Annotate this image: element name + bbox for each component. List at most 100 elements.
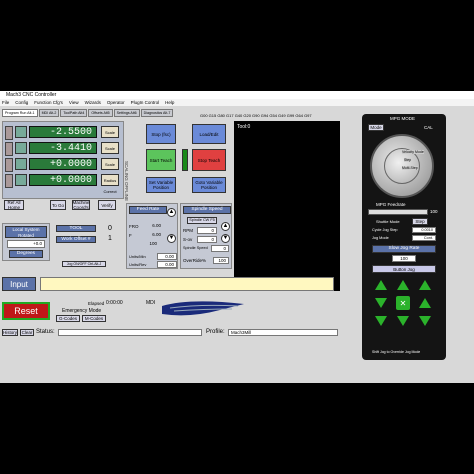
g-codes-button[interactable]: G-Codes (56, 315, 80, 322)
step-button[interactable]: Step (412, 218, 428, 225)
cycle-jog-step-value[interactable]: 0.0010 (412, 227, 436, 233)
jog-center-icon[interactable]: ✕ (396, 296, 410, 310)
mach3-window: Mach3 CNC Controller File Config Functio… (0, 91, 474, 383)
spindle-speed-label: Spindle Speed (183, 246, 208, 250)
tab-offsets[interactable]: Offsets Alt5 (88, 109, 113, 117)
ref-x-button[interactable] (5, 126, 13, 140)
menu-operator[interactable]: Operator (107, 99, 125, 106)
machine-coords-button[interactable]: Machine Coord's (72, 200, 90, 210)
stop-teach-button[interactable]: Stop Teach (192, 149, 226, 171)
cycle-jog-step-label: Cycle Jog Step (372, 228, 398, 232)
override-value: 100 (213, 257, 229, 264)
jog-mode-value[interactable]: Cont. (412, 235, 436, 241)
stop-fsc-button[interactable]: Stop (fsc) (146, 124, 176, 144)
mpg-mode-label: MPG MODE (390, 116, 416, 121)
feed-up-icon[interactable]: ▲ (167, 208, 176, 217)
load-edit-button[interactable]: Load/Edit (192, 124, 226, 144)
tab-diagnostics[interactable]: Diagnostics Alt-7 (140, 109, 174, 117)
ref-z-button[interactable] (5, 158, 13, 172)
mdi-input-field[interactable] (40, 277, 334, 291)
button-jog-header: Button Jog (372, 265, 436, 273)
dro-z[interactable]: +0.0000 (29, 158, 97, 170)
jog-down-left-icon[interactable] (374, 314, 388, 328)
spindle-up-icon[interactable]: ▲ (221, 222, 230, 231)
tool-value: 0 (108, 225, 112, 232)
mpg-mode-button[interactable]: Mode (368, 124, 384, 131)
scale-x[interactable]: Scale (101, 126, 119, 138)
jog-up-left-icon[interactable] (374, 278, 388, 292)
dro-y[interactable]: -3.4410 (29, 142, 97, 154)
menu-view[interactable]: View (69, 99, 79, 106)
tab-settings[interactable]: Settings Alt6 (113, 109, 140, 117)
history-button[interactable]: History (2, 329, 18, 336)
mdi-label: MDI (146, 300, 156, 306)
mpg-option-step[interactable]: Step (404, 158, 412, 162)
zero-z-button[interactable] (15, 158, 27, 170)
menu-config[interactable]: Config (15, 99, 28, 106)
jog-right-icon[interactable] (418, 296, 432, 310)
mpg-option-velocity[interactable]: Velocity Mode (402, 150, 424, 154)
goto-zero-button[interactable]: To Go (50, 200, 66, 210)
mpg-feedrate-bar[interactable] (368, 209, 428, 215)
menu-plugin-control[interactable]: PlugIn Control (131, 99, 160, 106)
dro-panel: -2.5500 Scale -3.4410 Scale +0.0000 Scal… (2, 121, 124, 199)
feed-rate-panel: Feed Rate FRO 6.00 F 6.00 100 Units/Min … (126, 203, 178, 269)
f-value[interactable]: 6.00 (141, 232, 163, 239)
spindle-down-icon[interactable]: ▼ (221, 234, 230, 243)
slow-jog-rate-value[interactable]: 100 (392, 255, 416, 262)
work-offset-header: Work Offset # (56, 236, 96, 243)
jog-up-right-icon[interactable] (418, 278, 432, 292)
scale-z[interactable]: Scale (101, 158, 119, 170)
start-teach-button[interactable]: Start Teach (146, 149, 176, 171)
tab-program-run[interactable]: Program Run Alt-1 (2, 109, 38, 117)
tab-toolpath[interactable]: ToolPath Alt4 (60, 109, 88, 117)
spindle-speed-value[interactable]: 0 (211, 245, 229, 252)
scaling-offline-label: SCALING OFFLINE (124, 161, 129, 202)
tool-label: Tool:0 (237, 124, 251, 130)
toolpath-display[interactable]: Tool:0 (234, 121, 340, 291)
emergency-mode-label: Emergency Mode (62, 308, 102, 314)
zero-y-button[interactable] (15, 142, 27, 154)
jog-down-right-icon[interactable] (418, 314, 432, 328)
m-codes-button[interactable]: M-Codes (82, 315, 106, 322)
zero-4-button[interactable] (15, 174, 27, 186)
jog-left-icon[interactable] (374, 296, 388, 310)
verify-button[interactable]: Verify (98, 200, 116, 210)
fro-value[interactable]: 6.00 (141, 223, 163, 230)
local-system-header: Local System Rotated (5, 226, 47, 238)
goto-variable-position-button[interactable]: Goto Variable Position (192, 177, 226, 193)
degrees-label: Degrees (9, 250, 43, 258)
menu-bar: File Config Function Cfg's View Wizards … (0, 99, 474, 106)
spindle-cw-button[interactable]: Spindle CW F5 (187, 217, 217, 224)
menu-help[interactable]: Help (165, 99, 174, 106)
feed-rate-header: Feed Rate (129, 206, 167, 214)
menu-wizards[interactable]: Wizards (85, 99, 101, 106)
zero-x-button[interactable] (15, 126, 27, 138)
rpm-label: RPM (183, 228, 193, 233)
menu-file[interactable]: File (2, 99, 9, 106)
f-label: F (129, 233, 132, 238)
jog-on-off-button[interactable]: Jog ON/OFF Ctrl-Alt-J (62, 261, 106, 267)
ref-y-button[interactable] (5, 142, 13, 156)
feed-percent[interactable]: 100 (141, 241, 159, 248)
feed-down-icon[interactable]: ▼ (167, 234, 176, 243)
reset-button[interactable]: Reset (2, 302, 50, 320)
dro-x[interactable]: -2.5500 (29, 126, 97, 138)
jog-up-icon[interactable] (396, 278, 410, 292)
dro-4[interactable]: +0.0000 (29, 174, 97, 186)
profile-label: Profile: (206, 329, 225, 335)
local-system-panel: Local System Rotated +0.0 Degrees (2, 223, 50, 261)
mpg-footer-text: Shift Jog to Override Jog Mode (372, 350, 421, 354)
tab-mdi[interactable]: MDI Alt-2 (38, 109, 60, 117)
work-offset-value: 1 (108, 235, 112, 242)
ref-all-home-button[interactable]: Ref All Home (4, 200, 24, 210)
scale-y[interactable]: Scale (101, 142, 119, 154)
jog-down-icon[interactable] (396, 314, 410, 328)
rotation-field[interactable]: +0.0 (7, 240, 45, 248)
radius-correct[interactable]: Radius Correct (101, 174, 119, 194)
menu-function-cfgs[interactable]: Function Cfg's (34, 99, 63, 106)
ref-4-button[interactable] (5, 174, 13, 188)
set-variable-position-button[interactable]: Set Variable Position (146, 177, 176, 193)
mpg-option-multistep[interactable]: Multi-Step (402, 166, 418, 170)
clear-button[interactable]: Clear (20, 329, 34, 336)
